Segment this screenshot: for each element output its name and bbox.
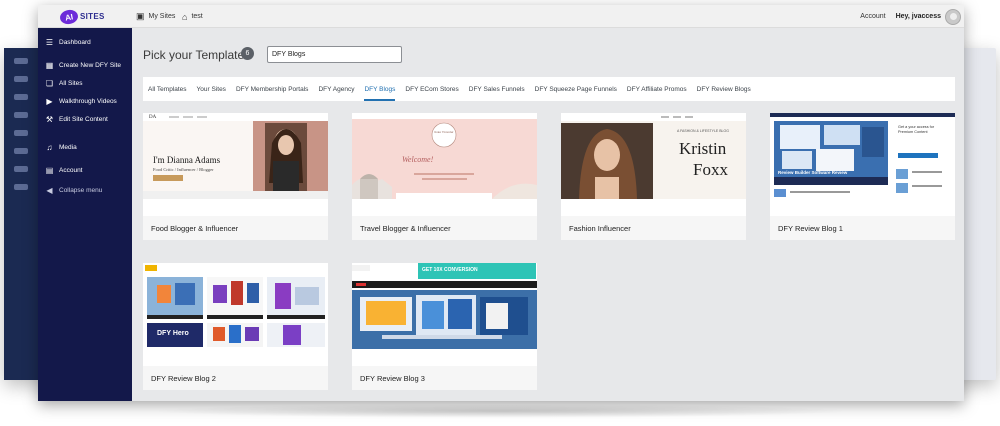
sidebar-item-label: Edit Site Content	[59, 115, 108, 123]
sidebar-item-all-sites[interactable]: ❏ All Sites	[38, 74, 132, 92]
thumb-banner: GET 10X CONVERSION	[422, 267, 478, 273]
template-card[interactable]: DFY Hero DFY Review Blog 2	[143, 263, 328, 390]
user-greeting[interactable]: Hey, jvaccess	[896, 13, 941, 20]
sidebar-item-create-new-dfy-site[interactable]: ▦ Create New DFY Site	[38, 56, 132, 74]
tab-dfy-review-blogs[interactable]: DFY Review Blogs	[697, 77, 751, 101]
template-thumbnail[interactable]: GET 10X CONVERSION	[352, 263, 537, 349]
collapse-icon: ◀	[46, 185, 53, 195]
template-name[interactable]: Food Blogger & Influencer	[143, 216, 328, 240]
sidebar-item-label: Dashboard	[59, 38, 91, 46]
tab-dfy-membership-portals[interactable]: DFY Membership Portals	[236, 77, 309, 101]
template-search-input[interactable]	[267, 46, 402, 63]
sidebar-item-label: Account	[59, 166, 83, 174]
template-name[interactable]: DFY Review Blog 1	[770, 216, 955, 240]
thumb-title: Get a your access for Premium Content	[898, 125, 935, 134]
page-title: Pick your Template	[143, 48, 245, 62]
wrench-icon: ⚒	[45, 114, 54, 124]
play-icon: ▶	[46, 96, 53, 106]
main-content: Pick your Template 6 All Templates Your …	[132, 28, 964, 401]
template-thumbnail[interactable]: A FASHION & LIFESTYLE BLOG Kristin Foxx	[561, 113, 746, 199]
tab-all-templates[interactable]: All Templates	[148, 77, 187, 101]
template-card[interactable]: GET 10X CONVERSION DFY Review Blog 3	[352, 263, 537, 390]
template-thumbnail[interactable]: DFY Hero	[143, 263, 328, 349]
tab-dfy-affiliate-promos[interactable]: DFY Affiliate Promos	[627, 77, 687, 101]
menu-icon: ☰	[45, 37, 54, 47]
thumb-caption: DFY Hero	[157, 330, 189, 337]
template-name[interactable]: Travel Blogger & Influencer	[352, 216, 537, 240]
logo-badge: AI	[58, 8, 80, 25]
template-tabs: All Templates Your Sites DFY Membership …	[143, 77, 955, 101]
ai-sites-logo[interactable]: AI SITES	[58, 8, 105, 25]
site-name-label: test	[191, 13, 203, 20]
template-thumbnail[interactable]: Kate Traveler Welcome!	[352, 113, 537, 199]
tab-your-sites[interactable]: Your Sites	[197, 77, 226, 101]
site-home-link[interactable]: ⌂ test	[182, 5, 203, 28]
logo-text: SITES	[80, 12, 105, 21]
thumb-tagline: A FASHION & LIFESTYLE BLOG	[677, 129, 729, 133]
table-icon: ▦	[45, 60, 54, 70]
admin-sidebar: ☰ Dashboard ▦ Create New DFY Site ❏ All …	[38, 28, 132, 401]
app-window: AI SITES ▣ My Sites ⌂ test Account Hey, …	[38, 5, 964, 401]
media-icon: ♫	[46, 142, 53, 152]
tab-dfy-ecom-stores[interactable]: DFY ECom Stores	[405, 77, 458, 101]
my-sites-link[interactable]: ▣ My Sites	[136, 5, 175, 28]
template-thumbnail[interactable]: DA I'm Dianna Adams Food Critic / Influe…	[143, 113, 328, 199]
sidebar-item-label: Create New DFY Site	[59, 61, 122, 69]
sidebar-item-media[interactable]: ♫ Media	[38, 138, 132, 156]
thumb-title: Kristin	[679, 139, 727, 158]
sidebar-item-collapse-menu[interactable]: ◀ Collapse menu	[38, 181, 132, 199]
template-card[interactable]: A FASHION & LIFESTYLE BLOG Kristin Foxx …	[561, 113, 746, 240]
thumb-caption: Review Builder Software Review	[778, 170, 848, 175]
thumb-logo: Kate Traveler	[434, 130, 454, 134]
sidebar-item-edit-site-content[interactable]: ⚒ Edit Site Content	[38, 110, 132, 128]
account-link[interactable]: Account	[860, 13, 885, 20]
sidebar-item-dashboard[interactable]: ☰ Dashboard	[38, 33, 132, 51]
pages-icon: ❏	[45, 78, 54, 88]
template-card[interactable]: DA I'm Dianna Adams Food Critic / Influe…	[143, 113, 328, 240]
sidebar-item-walkthrough-videos[interactable]: ▶ Walkthrough Videos	[38, 92, 132, 110]
thumb-title: Welcome!	[402, 155, 434, 164]
thumb-title-2: Foxx	[693, 160, 728, 179]
avatar[interactable]	[945, 8, 961, 25]
template-card[interactable]: Get a your access for Premium Content Re…	[770, 113, 955, 240]
my-sites-label: My Sites	[148, 13, 176, 20]
template-card[interactable]: Kate Traveler Welcome! Travel Blogger & …	[352, 113, 537, 240]
travel-blogger-preview	[352, 113, 537, 199]
topbar-right: Account Hey, jvaccess	[860, 5, 964, 28]
sidebar-item-label: All Sites	[59, 79, 83, 87]
review-blog-3-preview	[352, 263, 537, 349]
template-name[interactable]: Fashion Influencer	[561, 216, 746, 240]
sidebar-item-label: Collapse menu	[59, 186, 103, 194]
template-name[interactable]: DFY Review Blog 2	[143, 366, 328, 390]
admin-topbar: AI SITES ▣ My Sites ⌂ test Account Hey, …	[38, 5, 964, 28]
tab-dfy-blogs[interactable]: DFY Blogs	[364, 77, 395, 101]
home-icon: ⌂	[182, 11, 188, 22]
sidebar-item-label: Walkthrough Videos	[59, 97, 117, 105]
background-sidebar	[4, 48, 38, 380]
sidebar-item-label: Media	[59, 143, 77, 151]
template-name[interactable]: DFY Review Blog 3	[352, 366, 537, 390]
sidebar-item-account[interactable]: ▤ Account	[38, 161, 132, 179]
thumb-logo: DA	[149, 115, 157, 120]
thumb-title: I'm Dianna Adams	[153, 155, 221, 165]
id-card-icon: ▤	[45, 165, 54, 175]
tab-dfy-squeeze-page-funnels[interactable]: DFY Squeeze Page Funnels	[535, 77, 617, 101]
my-sites-icon: ▣	[136, 11, 145, 21]
window-shadow	[150, 404, 850, 418]
template-count-badge: 6	[241, 47, 254, 60]
thumb-subtitle: Food Critic / Influencer / Blogger	[153, 167, 214, 172]
tab-dfy-agency[interactable]: DFY Agency	[318, 77, 354, 101]
tab-dfy-sales-funnels[interactable]: DFY Sales Funnels	[469, 77, 525, 101]
template-thumbnail[interactable]: Get a your access for Premium Content Re…	[770, 113, 955, 199]
